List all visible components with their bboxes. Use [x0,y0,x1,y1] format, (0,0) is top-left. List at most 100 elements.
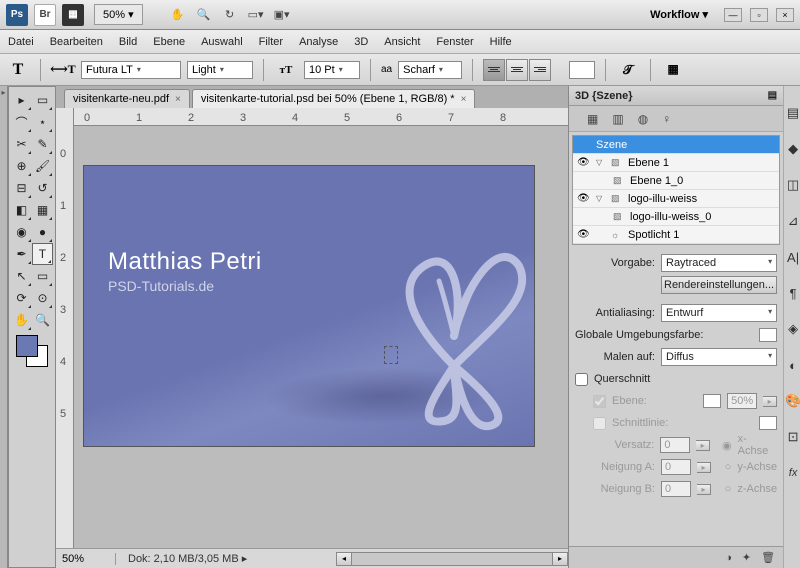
status-zoom[interactable]: 50% [56,553,116,565]
scene-row[interactable]: 👁▽▧Ebene 1 [573,154,779,172]
render-settings-button[interactable]: Rendereinstellungen... [661,276,777,294]
menu-filter[interactable]: Filter [259,36,283,48]
history-brush-tool[interactable]: ↺ [32,177,53,199]
layers-panel-icon[interactable]: ◈ [784,320,800,338]
marquee-tool[interactable]: ▭ [32,89,53,111]
3d-camera-tool[interactable]: ⊙ [32,287,53,309]
swatches-panel-icon[interactable]: ▤ [784,104,800,122]
scene-row[interactable]: ▧Ebene 1_0 [573,172,779,190]
text-color-swatch[interactable] [569,61,595,79]
menu-datei[interactable]: Datei [8,36,34,48]
screen-mode-icon[interactable]: ▣▾ [273,6,291,24]
panel-menu-icon[interactable]: ▤ [768,90,777,101]
paragraph-panel-icon[interactable]: ¶ [784,284,800,302]
menu-bearbeiten[interactable]: Bearbeiten [50,36,103,48]
scroll-right-button[interactable]: ▸ [552,552,568,566]
zoom-dropdown[interactable]: 50% ▾ [94,4,143,25]
scene-row[interactable]: ▧logo-illu-weiss_0 [573,208,779,226]
paint-on-select[interactable]: Diffus [661,348,777,366]
menu-ansicht[interactable]: Ansicht [384,36,420,48]
warp-text-icon[interactable]: 𝒯 [616,58,640,82]
align-center-button[interactable] [506,59,528,81]
filter-scene-icon[interactable]: ▦ [587,112,598,126]
maximize-button[interactable]: ▫ [750,8,768,22]
menu-auswahl[interactable]: Auswahl [201,36,243,48]
bridge-icon[interactable]: Br [34,4,56,26]
menu-analyse[interactable]: Analyse [299,36,338,48]
hand-tool[interactable]: ✋ [11,309,32,331]
text-orientation-icon[interactable]: ⟷T [51,58,75,82]
canvas-viewport[interactable]: Matthias Petri PSD-Tutorials.de [74,126,568,548]
menu-bild[interactable]: Bild [119,36,137,48]
zoom-icon[interactable]: 🔍 [195,6,213,24]
visibility-icon[interactable]: 👁 [577,193,591,204]
font-size-select[interactable]: 10 Pt [304,61,360,79]
preset-select[interactable]: Raytraced [661,254,777,272]
font-family-select[interactable]: Futura LT [81,61,181,79]
type-tool[interactable]: T [32,243,53,265]
styles-panel-icon[interactable]: ◫ [784,176,800,194]
eyedropper-tool[interactable]: ✎ [32,133,53,155]
visibility-icon[interactable]: 👁 [577,229,591,240]
shape-tool[interactable]: ▭ [32,265,53,287]
pen-tool[interactable]: ✒ [11,243,32,265]
filter-mesh-icon[interactable]: ▥ [612,112,623,126]
panel-header-3d[interactable]: 3D {Szene}▤ [569,86,783,106]
zoom-tool[interactable]: 🔍 [32,309,53,331]
align-left-button[interactable] [483,59,505,81]
menu-fenster[interactable]: Fenster [436,36,473,48]
character-panel-icon[interactable]: A| [784,248,800,266]
heal-tool[interactable]: ⊕ [11,155,32,177]
new-light-icon[interactable]: ✦ [742,551,751,564]
clone-panel-icon[interactable]: ⊡ [784,428,800,446]
filter-light-icon[interactable]: ♀ [662,112,671,126]
scrollbar-track[interactable] [352,552,552,566]
wand-tool[interactable]: ⋆ [32,111,53,133]
3d-rotate-tool[interactable]: ⟳ [11,287,32,309]
lasso-tool[interactable]: ⌒ [11,111,32,133]
minimize-button[interactable]: — [724,8,742,22]
move-tool[interactable]: ▸ [11,89,32,111]
hand-icon[interactable]: ✋ [169,6,187,24]
menu-ebene[interactable]: Ebene [153,36,185,48]
scene-row[interactable]: 👁☼Spotlicht 1 [573,226,779,244]
close-button[interactable]: × [776,8,794,22]
font-weight-select[interactable]: Light [187,61,253,79]
rotate-icon[interactable]: ↻ [221,6,239,24]
brush-tool[interactable]: 🖌 [32,155,53,177]
align-right-button[interactable] [529,59,551,81]
menu-hilfe[interactable]: Hilfe [490,36,512,48]
character-panel-icon[interactable]: ▦ [661,58,685,82]
color-panel-icon[interactable]: ◆ [784,140,800,158]
channels-panel-icon[interactable]: ◐ [784,356,800,374]
visibility-icon[interactable]: 👁 [577,157,591,168]
gradient-tool[interactable]: ▦ [32,199,53,221]
antialias-select[interactable]: Scharf [398,61,462,79]
document-tab[interactable]: visitenkarte-tutorial.psd bei 50% (Ebene… [192,89,476,108]
dodge-tool[interactable]: ● [32,221,53,243]
close-tab-icon[interactable]: × [175,94,181,105]
stamp-tool[interactable]: ⊟ [11,177,32,199]
fx-panel-icon[interactable]: fx [784,464,800,482]
crop-tool[interactable]: ✂ [11,133,32,155]
eraser-tool[interactable]: ◧ [11,199,32,221]
path-select-tool[interactable]: ↖ [11,265,32,287]
scroll-left-button[interactable]: ◂ [336,552,352,566]
document-tab[interactable]: visitenkarte-neu.pdf× [64,89,190,108]
color-swatch[interactable] [16,335,48,367]
menu-3d[interactable]: 3D [354,36,368,48]
toggle-lights-icon[interactable]: ◑ [725,552,732,564]
trash-icon[interactable]: 🗑 [761,551,775,564]
workspace-selector[interactable]: Workflow ▾ [642,4,716,25]
blur-tool[interactable]: ◉ [11,221,32,243]
scene-row[interactable]: 👁▽▧logo-illu-weiss [573,190,779,208]
filter-material-icon[interactable]: ◍ [638,112,648,126]
close-tab-icon[interactable]: × [461,94,467,105]
status-doc-size[interactable]: Dok: 2,10 MB/3,05 MB ▸ [116,552,259,565]
scene-row[interactable]: Szene [573,136,779,154]
mini-bridge-icon[interactable]: ▦ [62,4,84,26]
antialias-select[interactable]: Entwurf [661,304,777,322]
brushes-panel-icon[interactable]: 🎨 [784,392,800,410]
collapse-strip-left[interactable]: ▸ [0,86,8,568]
arrange-icon[interactable]: ▭▾ [247,6,265,24]
